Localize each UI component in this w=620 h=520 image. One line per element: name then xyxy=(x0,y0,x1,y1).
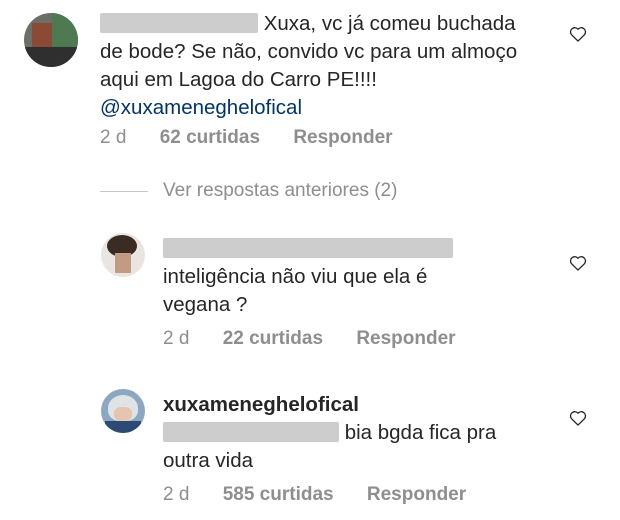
comment-2-body: inteligência não viu que ela é vegana ? xyxy=(163,235,493,319)
timestamp: 2 d xyxy=(163,328,190,349)
mention-link[interactable]: @xuxameneghelofical xyxy=(100,96,302,119)
redacted-username[interactable] xyxy=(163,238,453,258)
timestamp: 2 d xyxy=(163,484,190,505)
comment-3-body: xuxameneghelofical bia bgda fica pra out… xyxy=(163,391,543,475)
timestamp: 2 d xyxy=(100,127,127,148)
heart-icon[interactable] xyxy=(568,253,588,273)
heart-icon[interactable] xyxy=(568,408,588,428)
thread-divider xyxy=(100,191,148,192)
avatar[interactable] xyxy=(24,13,78,67)
reply-button[interactable]: Responder xyxy=(293,127,392,148)
comment-2-meta: 2 d 22 curtidas Responder xyxy=(163,328,484,350)
comment-1-body: Xuxa, vc já comeu buchada de bode? Se nã… xyxy=(100,10,540,122)
like-count[interactable]: 585 curtidas xyxy=(223,484,334,505)
avatar[interactable] xyxy=(101,389,145,433)
like-count[interactable]: 62 curtidas xyxy=(160,127,260,148)
username[interactable]: xuxameneghelofical xyxy=(163,393,359,416)
comment-text: inteligência não viu que ela é vegana ? xyxy=(163,265,428,316)
comment-3-meta: 2 d 585 curtidas Responder xyxy=(163,484,494,506)
view-previous-replies[interactable]: Ver respostas anteriores (2) xyxy=(163,180,397,202)
redacted-mention[interactable] xyxy=(163,422,339,442)
like-count[interactable]: 22 curtidas xyxy=(223,328,323,349)
comment-1-meta: 2 d 62 curtidas Responder xyxy=(100,127,421,149)
reply-button[interactable]: Responder xyxy=(367,484,466,505)
avatar[interactable] xyxy=(101,233,145,277)
redacted-username[interactable] xyxy=(100,13,258,33)
reply-button[interactable]: Responder xyxy=(356,328,455,349)
heart-icon[interactable] xyxy=(568,24,588,44)
